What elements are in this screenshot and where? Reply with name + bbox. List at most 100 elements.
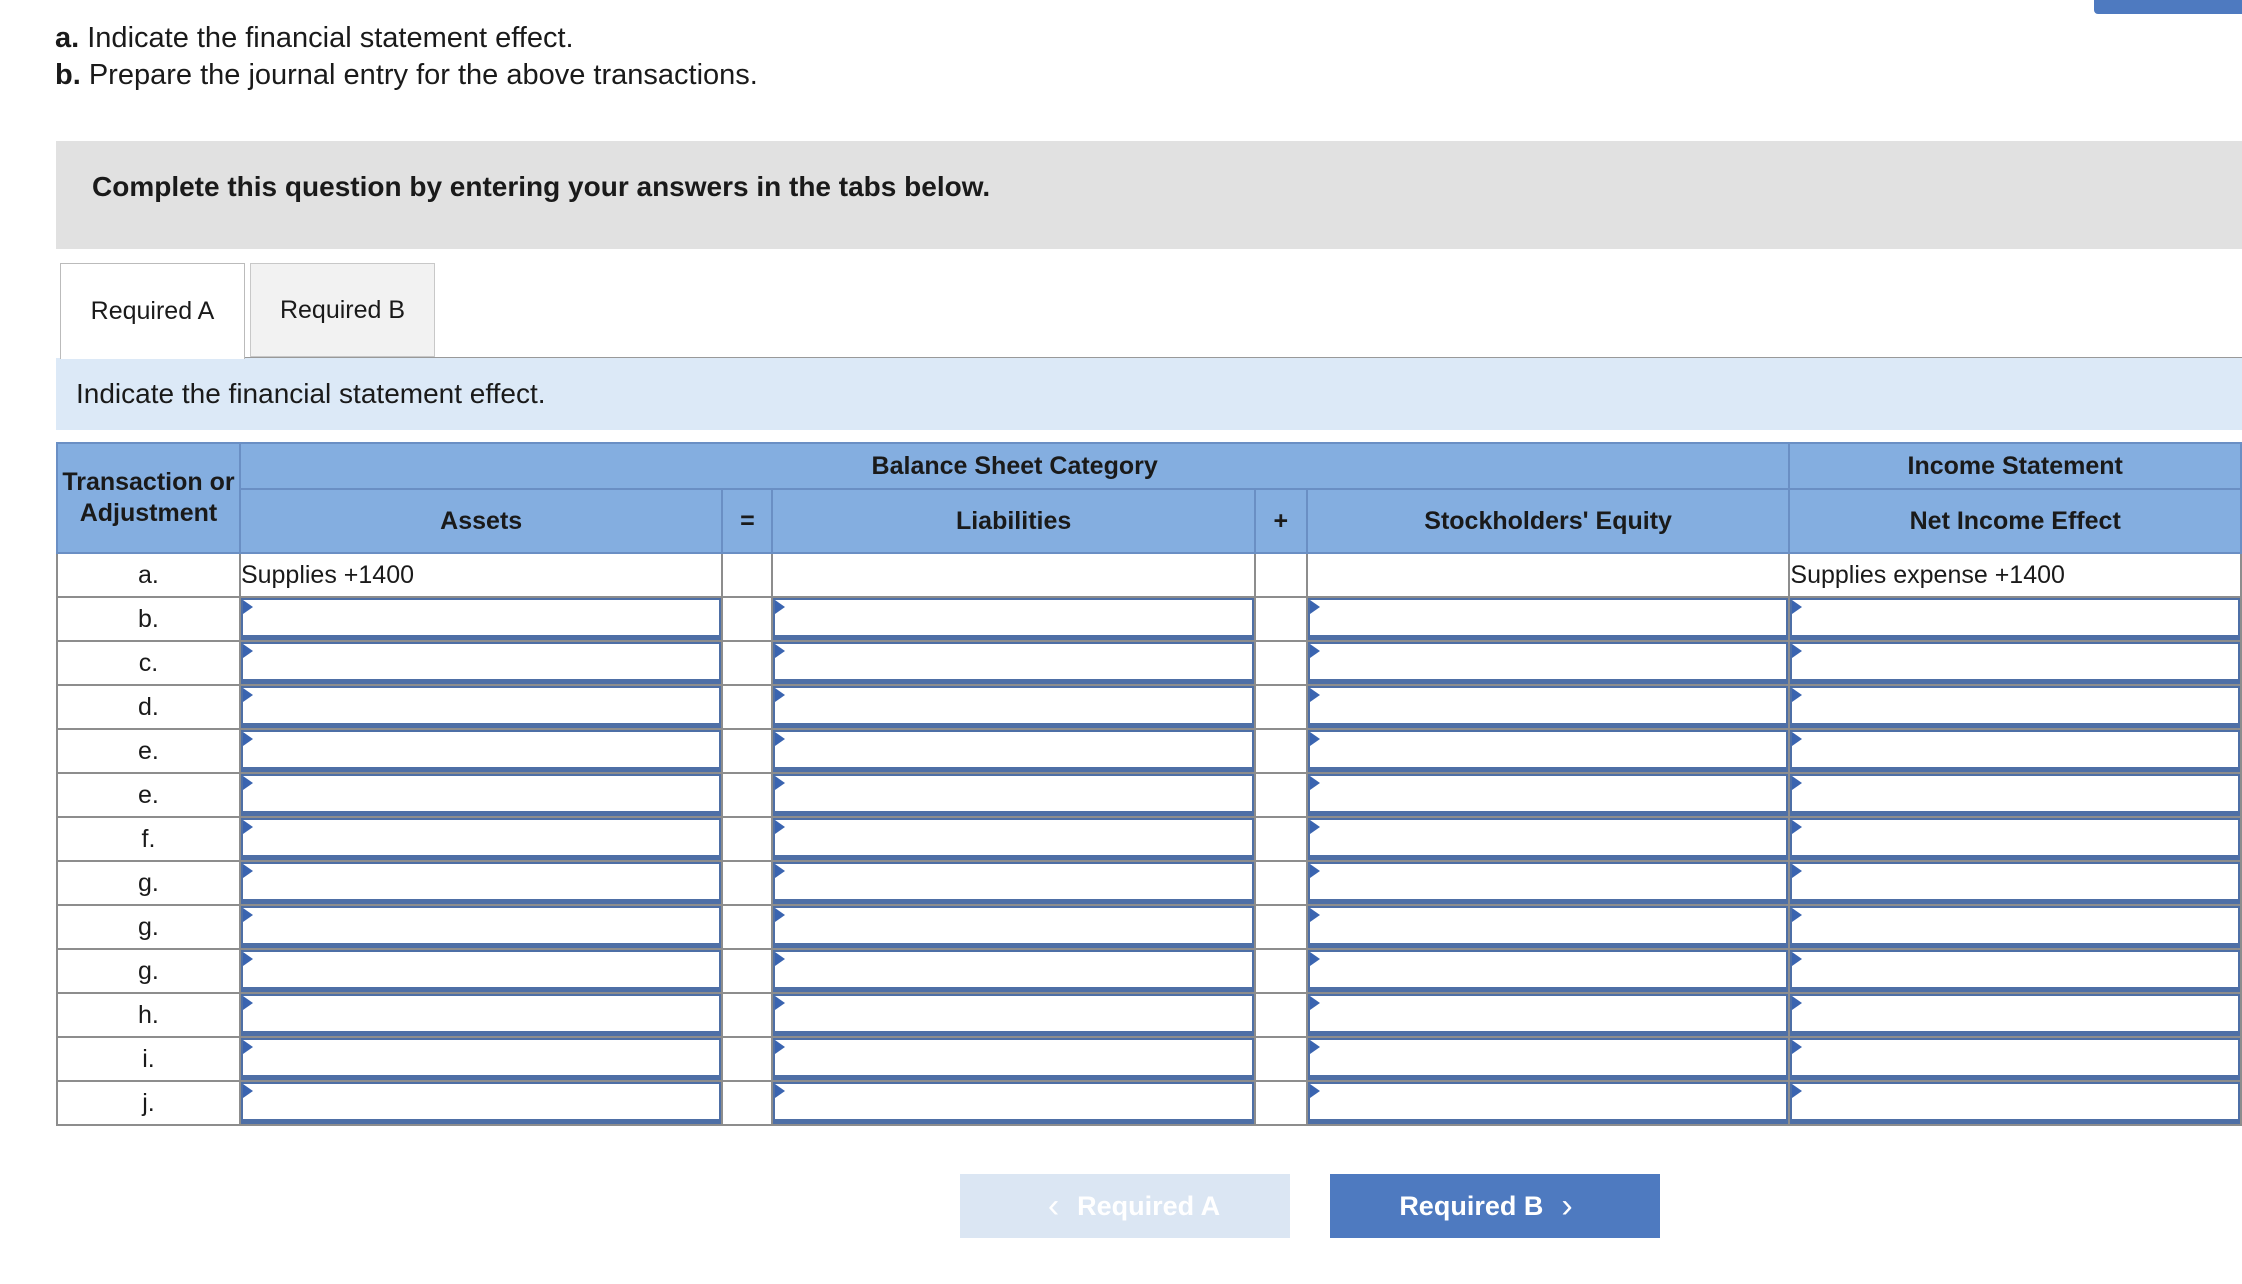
liabilities-input[interactable]	[773, 774, 1254, 816]
net-income-cell[interactable]	[1788, 1036, 2242, 1082]
equity-cell[interactable]	[1305, 948, 1791, 994]
assets-input[interactable]	[240, 686, 722, 728]
liabilities-cell[interactable]	[771, 904, 1256, 950]
assets-input[interactable]	[240, 994, 722, 1036]
net-income-input[interactable]	[1790, 994, 2240, 1036]
equity-input[interactable]	[1307, 598, 1789, 640]
tab-required-a[interactable]: Required A	[60, 263, 245, 359]
assets-input[interactable]	[240, 818, 722, 860]
liabilities-cell[interactable]	[771, 1036, 1256, 1082]
liabilities-cell[interactable]	[771, 596, 1256, 642]
assets-input[interactable]	[240, 1038, 722, 1080]
prev-required-a-button[interactable]: ‹ Required A	[960, 1174, 1290, 1238]
assets-input[interactable]	[240, 642, 722, 684]
assets-cell[interactable]	[238, 684, 724, 730]
liabilities-cell[interactable]	[771, 684, 1256, 730]
equity-input[interactable]	[1307, 1082, 1789, 1124]
net-income-cell[interactable]	[1788, 1080, 2242, 1126]
liabilities-input[interactable]	[773, 1082, 1254, 1124]
liabilities-input[interactable]	[773, 862, 1254, 904]
equity-cell[interactable]	[1305, 596, 1791, 642]
equity-cell[interactable]	[1305, 684, 1791, 730]
net-income-cell[interactable]	[1788, 640, 2242, 686]
net-income-input[interactable]	[1790, 774, 2240, 816]
assets-cell[interactable]	[238, 728, 724, 774]
net-income-input[interactable]	[1790, 818, 2240, 860]
liabilities-input[interactable]	[773, 642, 1254, 684]
liabilities-cell[interactable]	[771, 772, 1256, 818]
net-income-cell[interactable]	[1788, 904, 2242, 950]
net-income-input[interactable]	[1790, 1082, 2240, 1124]
liabilities-input[interactable]	[773, 730, 1254, 772]
assets-input[interactable]	[240, 862, 722, 904]
assets-input[interactable]	[240, 950, 722, 992]
net-income-cell[interactable]	[1788, 860, 2242, 906]
net-income-input[interactable]	[1790, 950, 2240, 992]
net-income-cell[interactable]	[1788, 816, 2242, 862]
equity-cell[interactable]	[1305, 1036, 1791, 1082]
assets-cell[interactable]	[238, 596, 724, 642]
liabilities-input[interactable]	[773, 994, 1254, 1036]
equity-cell[interactable]	[1305, 992, 1791, 1038]
net-income-input[interactable]	[1790, 730, 2240, 772]
liabilities-cell[interactable]	[771, 816, 1256, 862]
assets-cell[interactable]	[238, 904, 724, 950]
assets-input[interactable]	[240, 906, 722, 948]
assets-cell[interactable]	[238, 1080, 724, 1126]
liabilities-input[interactable]	[773, 906, 1254, 948]
assets-cell[interactable]	[238, 640, 724, 686]
equity-cell[interactable]	[1305, 860, 1791, 906]
assets-input[interactable]	[240, 1082, 722, 1124]
equity-input[interactable]	[1307, 994, 1789, 1036]
net-income-cell[interactable]	[1788, 992, 2242, 1038]
liabilities-input[interactable]	[773, 598, 1254, 640]
assets-cell[interactable]	[238, 1036, 724, 1082]
assets-cell[interactable]	[238, 992, 724, 1038]
net-income-cell[interactable]	[1788, 728, 2242, 774]
equity-cell[interactable]	[1305, 1080, 1791, 1126]
equity-cell[interactable]	[1305, 816, 1791, 862]
equity-cell[interactable]	[1305, 728, 1791, 774]
equity-input[interactable]	[1307, 862, 1789, 904]
equity-cell[interactable]	[1305, 904, 1791, 950]
equity-input[interactable]	[1307, 950, 1789, 992]
liabilities-cell[interactable]	[771, 948, 1256, 994]
net-income-input[interactable]	[1790, 598, 2240, 640]
net-income-input[interactable]	[1790, 1038, 2240, 1080]
liabilities-cell[interactable]	[771, 728, 1256, 774]
liabilities-input[interactable]	[773, 1038, 1254, 1080]
equity-cell[interactable]	[1305, 640, 1791, 686]
assets-cell[interactable]	[238, 816, 724, 862]
equity-input[interactable]	[1307, 818, 1789, 860]
liabilities-input[interactable]	[773, 950, 1254, 992]
net-income-cell[interactable]	[1788, 948, 2242, 994]
liabilities-cell[interactable]	[771, 640, 1256, 686]
equity-input[interactable]	[1307, 774, 1789, 816]
liabilities-cell[interactable]	[771, 1080, 1256, 1126]
assets-cell[interactable]	[238, 948, 724, 994]
assets-input[interactable]	[240, 730, 722, 772]
equity-input[interactable]	[1307, 730, 1789, 772]
liabilities-cell[interactable]	[771, 860, 1256, 906]
assets-input[interactable]	[240, 598, 722, 640]
net-income-input[interactable]	[1790, 642, 2240, 684]
equity-input[interactable]	[1307, 906, 1789, 948]
equity-input[interactable]	[1307, 686, 1789, 728]
net-income-cell[interactable]	[1788, 684, 2242, 730]
liabilities-input[interactable]	[773, 818, 1254, 860]
net-income-input[interactable]	[1790, 686, 2240, 728]
equity-cell[interactable]	[1305, 772, 1791, 818]
equity-input[interactable]	[1307, 642, 1789, 684]
tab-required-b[interactable]: Required B	[250, 263, 435, 357]
net-income-input[interactable]	[1790, 906, 2240, 948]
top-corner-button[interactable]	[2094, 0, 2242, 14]
liabilities-input[interactable]	[773, 686, 1254, 728]
equity-input[interactable]	[1307, 1038, 1789, 1080]
assets-input[interactable]	[240, 774, 722, 816]
net-income-cell[interactable]	[1788, 596, 2242, 642]
assets-cell[interactable]	[238, 772, 724, 818]
net-income-input[interactable]	[1790, 862, 2240, 904]
liabilities-cell[interactable]	[771, 992, 1256, 1038]
next-required-b-button[interactable]: Required B ›	[1330, 1174, 1660, 1238]
net-income-cell[interactable]	[1788, 772, 2242, 818]
